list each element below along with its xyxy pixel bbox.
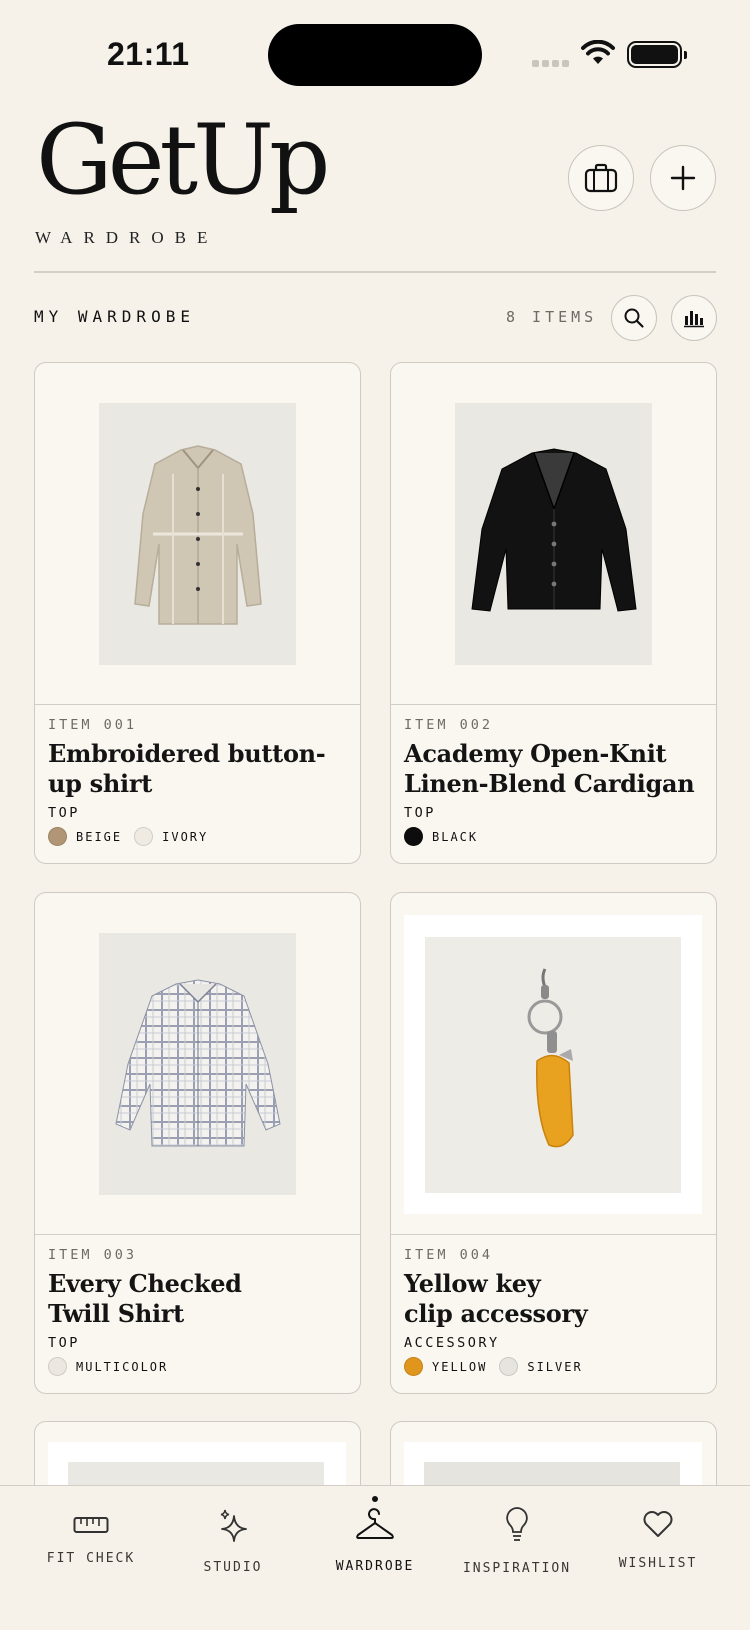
status-bar: 21:11	[0, 0, 750, 110]
sparkle-icon	[220, 1509, 247, 1542]
item-number: ITEM 001	[48, 717, 138, 733]
plus-icon	[670, 165, 696, 191]
add-item-button[interactable]	[650, 145, 716, 211]
hanger-icon	[356, 1508, 394, 1539]
bottom-tab-bar: FIT CHECK STUDIO WARDROBE INSPIRATION WI…	[0, 1485, 750, 1630]
item-name: Embroidered button- up shirt	[48, 739, 347, 799]
suitcase-icon	[584, 163, 618, 193]
tab-label: STUDIO	[203, 1560, 263, 1575]
item-category: TOP	[404, 805, 436, 821]
wardrobe-item-card[interactable]: ITEM 002 Academy Open-Knit Linen-Blend C…	[390, 362, 717, 864]
item-number: ITEM 004	[404, 1247, 494, 1263]
tab-wishlist[interactable]: WISHLIST	[583, 1486, 733, 1586]
item-name: Every Checked Twill Shirt	[48, 1269, 347, 1329]
item-category: TOP	[48, 805, 80, 821]
color-swatches: YELLOW SILVER	[404, 1357, 703, 1376]
heart-icon	[643, 1511, 673, 1537]
item-image	[99, 933, 296, 1195]
item-number: ITEM 002	[404, 717, 494, 733]
ruler-icon	[73, 1517, 109, 1533]
color-swatch	[499, 1357, 519, 1376]
item-image	[404, 915, 702, 1214]
search-icon	[624, 308, 644, 328]
app-logo: GetUp	[36, 104, 330, 216]
dynamic-island	[268, 24, 482, 86]
header-divider	[34, 271, 716, 273]
active-tab-indicator	[372, 1496, 378, 1502]
item-name: Yellow key clip accessory	[404, 1269, 703, 1329]
color-swatch	[48, 827, 67, 846]
item-photo-area	[391, 363, 716, 705]
items-count: 8 ITEMS	[506, 308, 598, 326]
item-name: Academy Open-Knit Linen-Blend Cardigan	[404, 739, 703, 799]
item-category: ACCESSORY	[404, 1335, 500, 1351]
color-label: YELLOW	[432, 1359, 488, 1374]
search-button[interactable]	[611, 295, 657, 341]
color-swatches: BLACK	[404, 827, 703, 846]
app-subtitle: WARDROBE	[35, 228, 219, 247]
tab-fit-check[interactable]: FIT CHECK	[16, 1486, 166, 1586]
color-label: MULTICOLOR	[76, 1359, 169, 1374]
trip-button[interactable]	[568, 145, 634, 211]
tab-wardrobe[interactable]: WARDROBE	[300, 1486, 450, 1586]
color-label: BEIGE	[76, 829, 123, 844]
status-time: 21:11	[107, 36, 190, 72]
item-name-line: Twill Shirt	[48, 1299, 184, 1328]
battery-icon	[627, 41, 687, 68]
color-swatch	[134, 827, 154, 846]
wifi-icon	[581, 40, 615, 64]
tab-studio[interactable]: STUDIO	[158, 1486, 308, 1586]
color-label: SILVER	[527, 1359, 583, 1374]
wardrobe-item-card[interactable]: ITEM 004 Yellow key clip accessory ACCES…	[390, 892, 717, 1394]
section-title: MY WARDROBE	[34, 307, 195, 326]
color-swatch	[404, 1357, 423, 1376]
wardrobe-item-card[interactable]: ITEM 001 Embroidered button- up shirt TO…	[34, 362, 361, 864]
bar-chart-icon	[684, 311, 704, 328]
item-name-line: Linen-Blend Cardigan	[404, 769, 695, 798]
stats-button[interactable]	[671, 295, 717, 341]
wardrobe-item-card[interactable]: ITEM 003 Every Checked Twill Shirt TOP M…	[34, 892, 361, 1394]
color-swatches: BEIGE IVORY	[48, 827, 347, 846]
tab-label: WISHLIST	[618, 1556, 698, 1571]
cellular-signal-icon	[532, 60, 569, 67]
tab-label: WARDROBE	[335, 1559, 415, 1574]
item-name-line: up shirt	[48, 769, 152, 798]
color-label: BLACK	[432, 829, 479, 844]
item-name-line: Embroidered button-	[48, 739, 326, 768]
tab-label: INSPIRATION	[462, 1561, 572, 1576]
item-name-line: clip accessory	[404, 1299, 588, 1328]
item-image	[455, 403, 652, 665]
item-name-line: Academy Open-Knit	[404, 739, 667, 768]
item-number: ITEM 003	[48, 1247, 138, 1263]
tab-label: FIT CHECK	[46, 1551, 136, 1566]
tab-inspiration[interactable]: INSPIRATION	[442, 1486, 592, 1586]
color-swatches: MULTICOLOR	[48, 1357, 347, 1376]
item-photo-area	[391, 893, 716, 1235]
item-photo-area	[35, 363, 360, 705]
color-swatch	[404, 827, 423, 846]
item-photo-area	[35, 893, 360, 1235]
lightbulb-icon	[506, 1507, 528, 1541]
item-image	[99, 403, 296, 665]
color-label: IVORY	[162, 829, 209, 844]
item-category: TOP	[48, 1335, 80, 1351]
color-swatch	[48, 1357, 67, 1376]
item-name-line: Yellow key	[404, 1269, 541, 1298]
item-name-line: Every Checked	[48, 1269, 242, 1298]
